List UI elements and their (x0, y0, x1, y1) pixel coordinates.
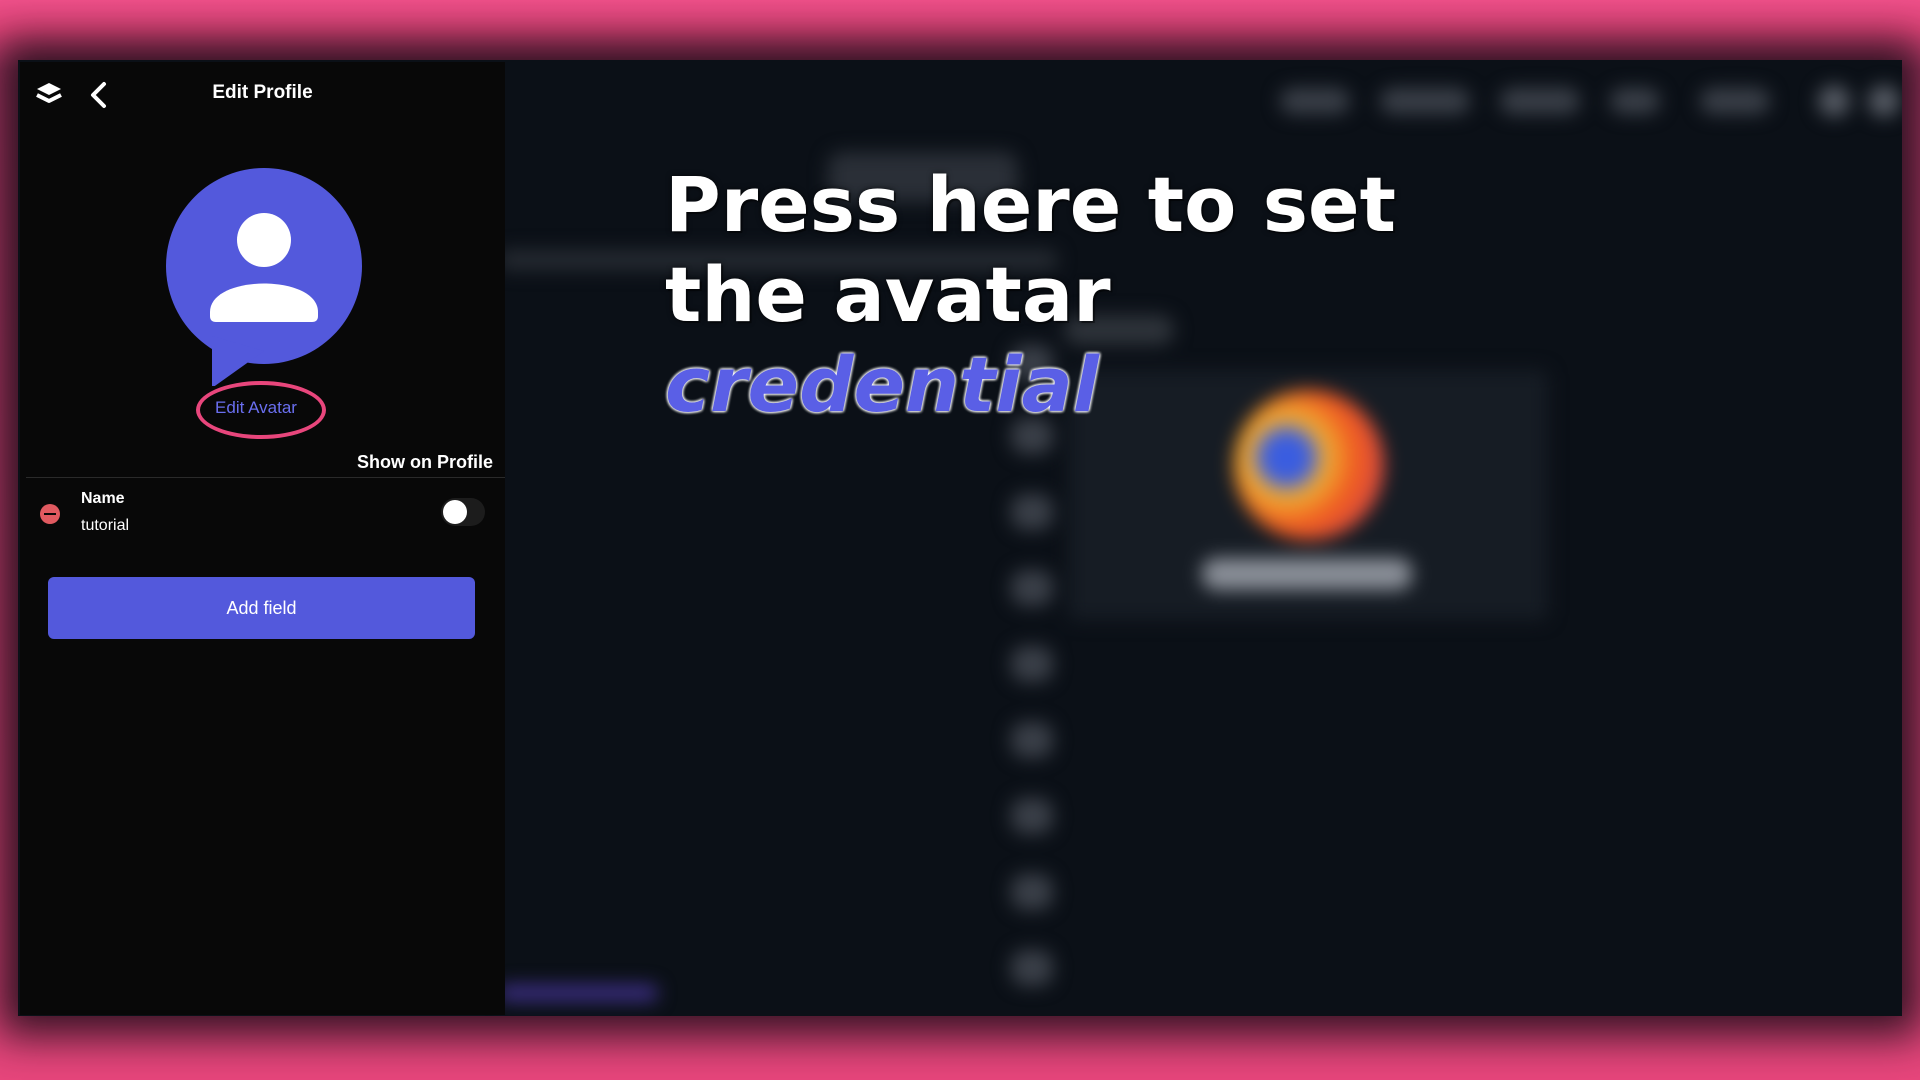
bg-list-badge (1011, 798, 1053, 834)
avatar[interactable] (164, 166, 364, 388)
bg-nav-item (1280, 88, 1350, 114)
bg-progress (498, 985, 658, 1001)
divider (26, 477, 505, 478)
bg-list-badge (1011, 494, 1053, 530)
remove-field-button[interactable] (40, 504, 60, 524)
show-on-profile-toggle[interactable] (441, 498, 485, 526)
add-field-button[interactable]: Add field (48, 577, 475, 639)
bg-card-label (1202, 558, 1412, 590)
bg-list-badge (1011, 570, 1053, 606)
tooltip-line: the avatar (665, 250, 1111, 339)
bg-nav-item (1500, 88, 1580, 114)
tooltip-line: Press here to set (665, 160, 1396, 249)
toggle-knob (443, 500, 467, 524)
tutorial-tooltip: Press here to set the avatar credential (665, 160, 1396, 430)
bg-list-badge (1011, 646, 1053, 682)
page-title: Edit Profile (212, 82, 313, 103)
tooltip-accent: credential (665, 340, 1099, 429)
bg-nav-icon (1868, 85, 1900, 117)
field-label: Name (81, 490, 125, 507)
bg-nav-icon (1818, 85, 1850, 117)
tutorial-highlight-ring (196, 381, 326, 439)
bg-nav-item (1610, 88, 1660, 114)
field-value: tutorial (81, 517, 130, 534)
user-avatar-icon (166, 168, 362, 388)
bg-list-badge (1011, 950, 1053, 986)
edit-profile-panel: Edit Profile Edit Avatar Show on Profile… (20, 62, 505, 1015)
show-on-profile-header: Show on Profile (356, 452, 493, 472)
bg-list-badge (1011, 722, 1053, 758)
bg-nav-item (1380, 88, 1470, 114)
bg-list-badge (1011, 874, 1053, 910)
bg-nav-item (1700, 88, 1770, 114)
